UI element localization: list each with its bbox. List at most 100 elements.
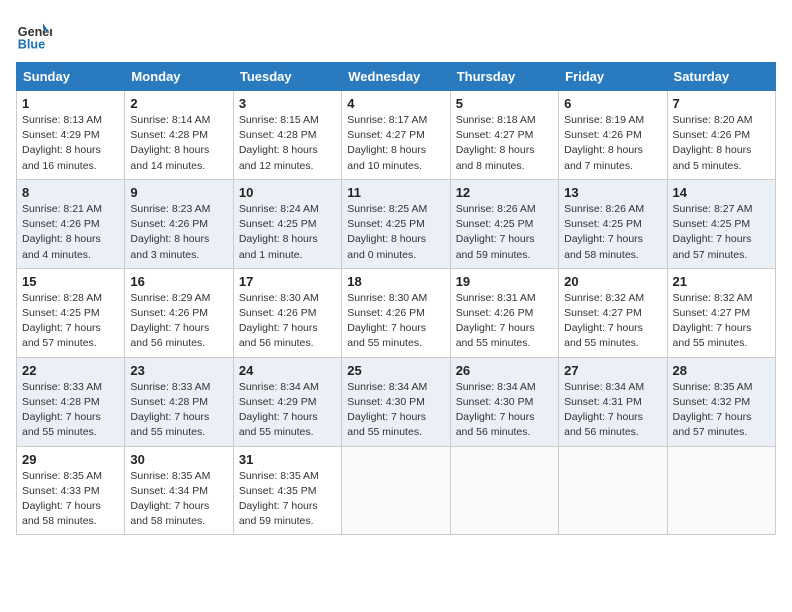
empty-day (667, 446, 775, 535)
day-number: 20 (564, 274, 661, 289)
calendar-day-20: 20 Sunrise: 8:32 AMSunset: 4:27 PMDaylig… (559, 268, 667, 357)
day-number: 10 (239, 185, 336, 200)
calendar-week-5: 29 Sunrise: 8:35 AMSunset: 4:33 PMDaylig… (17, 446, 776, 535)
calendar-week-3: 15 Sunrise: 8:28 AMSunset: 4:25 PMDaylig… (17, 268, 776, 357)
calendar-day-11: 11 Sunrise: 8:25 AMSunset: 4:25 PMDaylig… (342, 179, 450, 268)
weekday-sunday: Sunday (17, 63, 125, 91)
empty-day (559, 446, 667, 535)
day-number: 25 (347, 363, 444, 378)
calendar-day-8: 8 Sunrise: 8:21 AMSunset: 4:26 PMDayligh… (17, 179, 125, 268)
day-number: 3 (239, 96, 336, 111)
day-number: 26 (456, 363, 553, 378)
weekday-header-row: SundayMondayTuesdayWednesdayThursdayFrid… (17, 63, 776, 91)
day-info: Sunrise: 8:20 AMSunset: 4:26 PMDaylight:… (673, 113, 770, 174)
calendar-day-17: 17 Sunrise: 8:30 AMSunset: 4:26 PMDaylig… (233, 268, 341, 357)
calendar-day-25: 25 Sunrise: 8:34 AMSunset: 4:30 PMDaylig… (342, 357, 450, 446)
day-number: 11 (347, 185, 444, 200)
calendar-day-7: 7 Sunrise: 8:20 AMSunset: 4:26 PMDayligh… (667, 91, 775, 180)
calendar-day-1: 1 Sunrise: 8:13 AMSunset: 4:29 PMDayligh… (17, 91, 125, 180)
day-info: Sunrise: 8:34 AMSunset: 4:30 PMDaylight:… (456, 380, 553, 441)
day-number: 2 (130, 96, 227, 111)
logo-icon: General Blue (16, 16, 52, 52)
calendar-day-9: 9 Sunrise: 8:23 AMSunset: 4:26 PMDayligh… (125, 179, 233, 268)
calendar-week-2: 8 Sunrise: 8:21 AMSunset: 4:26 PMDayligh… (17, 179, 776, 268)
day-info: Sunrise: 8:34 AMSunset: 4:30 PMDaylight:… (347, 380, 444, 441)
calendar-day-14: 14 Sunrise: 8:27 AMSunset: 4:25 PMDaylig… (667, 179, 775, 268)
day-info: Sunrise: 8:31 AMSunset: 4:26 PMDaylight:… (456, 291, 553, 352)
calendar-day-23: 23 Sunrise: 8:33 AMSunset: 4:28 PMDaylig… (125, 357, 233, 446)
day-number: 27 (564, 363, 661, 378)
weekday-tuesday: Tuesday (233, 63, 341, 91)
day-number: 19 (456, 274, 553, 289)
weekday-monday: Monday (125, 63, 233, 91)
day-number: 30 (130, 452, 227, 467)
day-number: 31 (239, 452, 336, 467)
day-number: 6 (564, 96, 661, 111)
calendar-day-6: 6 Sunrise: 8:19 AMSunset: 4:26 PMDayligh… (559, 91, 667, 180)
day-info: Sunrise: 8:29 AMSunset: 4:26 PMDaylight:… (130, 291, 227, 352)
day-info: Sunrise: 8:33 AMSunset: 4:28 PMDaylight:… (130, 380, 227, 441)
calendar-day-22: 22 Sunrise: 8:33 AMSunset: 4:28 PMDaylig… (17, 357, 125, 446)
day-info: Sunrise: 8:35 AMSunset: 4:35 PMDaylight:… (239, 469, 336, 530)
day-info: Sunrise: 8:32 AMSunset: 4:27 PMDaylight:… (564, 291, 661, 352)
empty-day (450, 446, 558, 535)
day-number: 22 (22, 363, 119, 378)
calendar-week-1: 1 Sunrise: 8:13 AMSunset: 4:29 PMDayligh… (17, 91, 776, 180)
day-info: Sunrise: 8:32 AMSunset: 4:27 PMDaylight:… (673, 291, 770, 352)
day-info: Sunrise: 8:23 AMSunset: 4:26 PMDaylight:… (130, 202, 227, 263)
calendar-day-26: 26 Sunrise: 8:34 AMSunset: 4:30 PMDaylig… (450, 357, 558, 446)
day-info: Sunrise: 8:21 AMSunset: 4:26 PMDaylight:… (22, 202, 119, 263)
calendar-table: SundayMondayTuesdayWednesdayThursdayFrid… (16, 62, 776, 535)
weekday-thursday: Thursday (450, 63, 558, 91)
day-info: Sunrise: 8:17 AMSunset: 4:27 PMDaylight:… (347, 113, 444, 174)
day-info: Sunrise: 8:28 AMSunset: 4:25 PMDaylight:… (22, 291, 119, 352)
day-info: Sunrise: 8:35 AMSunset: 4:34 PMDaylight:… (130, 469, 227, 530)
day-number: 15 (22, 274, 119, 289)
calendar-day-31: 31 Sunrise: 8:35 AMSunset: 4:35 PMDaylig… (233, 446, 341, 535)
day-info: Sunrise: 8:25 AMSunset: 4:25 PMDaylight:… (347, 202, 444, 263)
day-info: Sunrise: 8:27 AMSunset: 4:25 PMDaylight:… (673, 202, 770, 263)
day-info: Sunrise: 8:33 AMSunset: 4:28 PMDaylight:… (22, 380, 119, 441)
calendar-body: 1 Sunrise: 8:13 AMSunset: 4:29 PMDayligh… (17, 91, 776, 535)
day-info: Sunrise: 8:30 AMSunset: 4:26 PMDaylight:… (239, 291, 336, 352)
day-number: 12 (456, 185, 553, 200)
calendar-day-21: 21 Sunrise: 8:32 AMSunset: 4:27 PMDaylig… (667, 268, 775, 357)
calendar-day-10: 10 Sunrise: 8:24 AMSunset: 4:25 PMDaylig… (233, 179, 341, 268)
day-info: Sunrise: 8:19 AMSunset: 4:26 PMDaylight:… (564, 113, 661, 174)
day-info: Sunrise: 8:26 AMSunset: 4:25 PMDaylight:… (456, 202, 553, 263)
calendar-day-18: 18 Sunrise: 8:30 AMSunset: 4:26 PMDaylig… (342, 268, 450, 357)
calendar-day-4: 4 Sunrise: 8:17 AMSunset: 4:27 PMDayligh… (342, 91, 450, 180)
day-number: 23 (130, 363, 227, 378)
calendar-day-3: 3 Sunrise: 8:15 AMSunset: 4:28 PMDayligh… (233, 91, 341, 180)
calendar-day-5: 5 Sunrise: 8:18 AMSunset: 4:27 PMDayligh… (450, 91, 558, 180)
day-number: 7 (673, 96, 770, 111)
svg-text:Blue: Blue (18, 37, 45, 51)
day-number: 8 (22, 185, 119, 200)
day-info: Sunrise: 8:35 AMSunset: 4:32 PMDaylight:… (673, 380, 770, 441)
day-info: Sunrise: 8:13 AMSunset: 4:29 PMDaylight:… (22, 113, 119, 174)
day-number: 14 (673, 185, 770, 200)
day-number: 9 (130, 185, 227, 200)
day-info: Sunrise: 8:24 AMSunset: 4:25 PMDaylight:… (239, 202, 336, 263)
calendar-day-24: 24 Sunrise: 8:34 AMSunset: 4:29 PMDaylig… (233, 357, 341, 446)
day-number: 5 (456, 96, 553, 111)
day-number: 4 (347, 96, 444, 111)
calendar-day-28: 28 Sunrise: 8:35 AMSunset: 4:32 PMDaylig… (667, 357, 775, 446)
weekday-friday: Friday (559, 63, 667, 91)
day-number: 21 (673, 274, 770, 289)
day-number: 18 (347, 274, 444, 289)
day-number: 16 (130, 274, 227, 289)
day-number: 24 (239, 363, 336, 378)
day-number: 17 (239, 274, 336, 289)
day-info: Sunrise: 8:15 AMSunset: 4:28 PMDaylight:… (239, 113, 336, 174)
day-info: Sunrise: 8:34 AMSunset: 4:29 PMDaylight:… (239, 380, 336, 441)
logo: General Blue (16, 16, 56, 52)
weekday-saturday: Saturday (667, 63, 775, 91)
weekday-wednesday: Wednesday (342, 63, 450, 91)
day-info: Sunrise: 8:34 AMSunset: 4:31 PMDaylight:… (564, 380, 661, 441)
day-info: Sunrise: 8:14 AMSunset: 4:28 PMDaylight:… (130, 113, 227, 174)
calendar-day-19: 19 Sunrise: 8:31 AMSunset: 4:26 PMDaylig… (450, 268, 558, 357)
page-header: General Blue (16, 16, 776, 52)
calendar-day-2: 2 Sunrise: 8:14 AMSunset: 4:28 PMDayligh… (125, 91, 233, 180)
day-number: 13 (564, 185, 661, 200)
